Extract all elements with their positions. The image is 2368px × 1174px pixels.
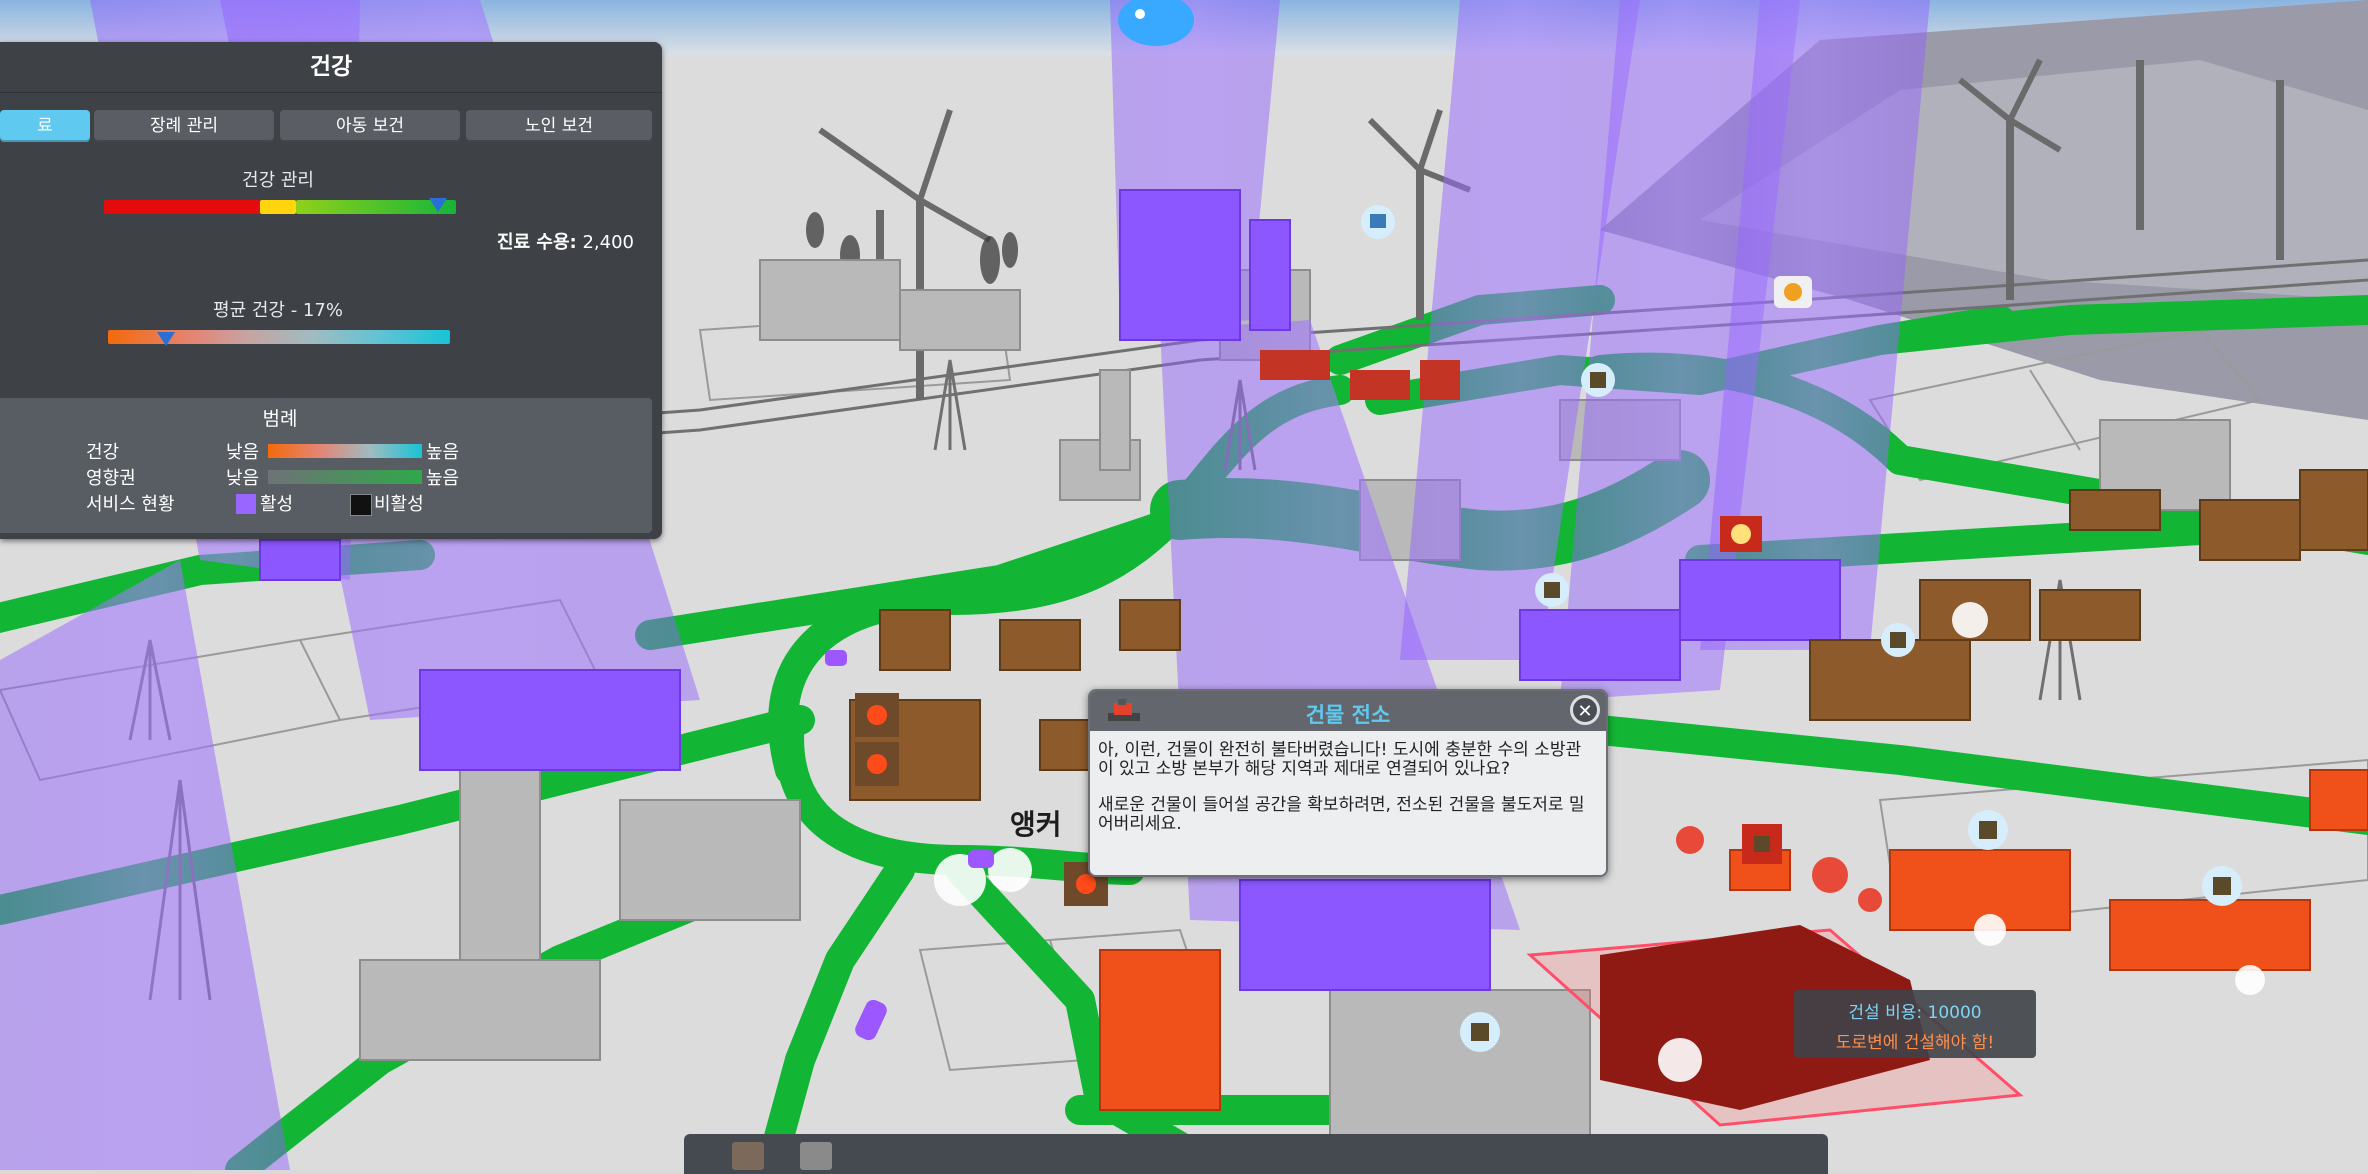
health-info-panel: 건강 료 장례 관리 아동 보건 노인 보건 건강 관리 진료 수용: 2,40…: [0, 42, 662, 539]
bulldozer-tool-icon[interactable]: [732, 1142, 764, 1170]
garbage-icon: [1581, 363, 1615, 397]
water-icon: [1361, 205, 1395, 239]
legend-title: 범례: [262, 408, 298, 430]
dialog-header: 건물 전소 ✕: [1090, 691, 1606, 731]
clinic-capacity-label: 진료 수용:: [497, 232, 577, 253]
legend-high-2: 높음: [426, 468, 460, 489]
bottom-toolbar: [684, 1134, 1828, 1174]
dialog-title: 건물 전소: [1305, 703, 1391, 727]
avg-health-marker: [157, 332, 176, 346]
legend-low-2: 낮음: [226, 468, 260, 489]
garbage-icon: [1535, 573, 1569, 607]
panel-title: 건강: [0, 42, 662, 93]
build-cost-label: 건설 비용: 10000: [1848, 1003, 1982, 1023]
tool-icon[interactable]: [800, 1142, 832, 1170]
tab-child-health[interactable]: 아동 보건: [280, 110, 460, 142]
legend-influence-label: 영향권: [86, 468, 136, 489]
garbage-icon: [1742, 824, 1782, 864]
district-label: 앵커: [1010, 808, 1062, 841]
fire-icon: [855, 693, 899, 737]
dialog-paragraph-2: 새로운 건물이 들어설 공간을 확보하려면, 전소된 건물을 불도저로 밀어버리…: [1098, 795, 1585, 834]
build-cost-tooltip: 건설 비용: 10000 도로변에 건설해야 함!: [1794, 990, 2036, 1058]
garbage-icon: [1881, 623, 1915, 657]
legend-active-swatch: [236, 494, 256, 514]
healthcare-label: 건강 관리: [242, 170, 314, 191]
legend-health-label: 건강: [86, 442, 120, 463]
dialog-body: 아, 이런, 건물이 완전히 불타버렸습니다! 도시에 충분한 수의 소방관이 …: [1098, 741, 1594, 851]
tab-elder-health[interactable]: 노인 보건: [466, 110, 652, 142]
clinic-capacity: 진료 수용: 2,400: [497, 228, 634, 254]
legend-inactive-label: 비활성: [374, 494, 424, 515]
healthcare-marker: [429, 198, 448, 212]
legend-influence-gradient: [268, 470, 422, 484]
build-warning: 도로변에 건설해야 함!: [1835, 1033, 1995, 1053]
garbage-icon: [1460, 1012, 1500, 1052]
garbage-icon: [2202, 866, 2242, 906]
fire-icon: [855, 742, 899, 786]
garbage-icon: [1968, 810, 2008, 850]
traffic-icon: [1774, 276, 1812, 308]
fire-icon: [1720, 516, 1762, 552]
clinic-capacity-value: 2,400: [582, 232, 634, 253]
avg-health-label: 평균 건강 - 17%: [213, 300, 343, 321]
tab-deathcare[interactable]: 장례 관리: [94, 110, 274, 142]
legend-inactive-swatch: [350, 494, 372, 516]
dialog-paragraph-1: 아, 이런, 건물이 완전히 불타버렸습니다! 도시에 충분한 수의 소방관이 …: [1098, 740, 1582, 779]
panel-tabs: 료 장례 관리 아동 보건 노인 보건: [0, 110, 652, 142]
legend: 범례 건강 낮음 높음 영향권 낮음 높음 서비스 현황 활성 비활성: [0, 398, 652, 533]
legend-service-label: 서비스 현황: [86, 494, 175, 515]
tab-healthcare[interactable]: 료: [0, 110, 90, 142]
legend-high-1: 높음: [426, 442, 460, 463]
legend-low-1: 낮음: [226, 442, 260, 463]
legend-health-gradient: [268, 444, 422, 458]
close-icon[interactable]: ✕: [1570, 695, 1600, 725]
building-burned-dialog: 건물 전소 ✕ 아, 이런, 건물이 완전히 불타버렸습니다! 도시에 충분한 …: [1088, 689, 1608, 877]
legend-active-label: 활성: [260, 494, 294, 515]
